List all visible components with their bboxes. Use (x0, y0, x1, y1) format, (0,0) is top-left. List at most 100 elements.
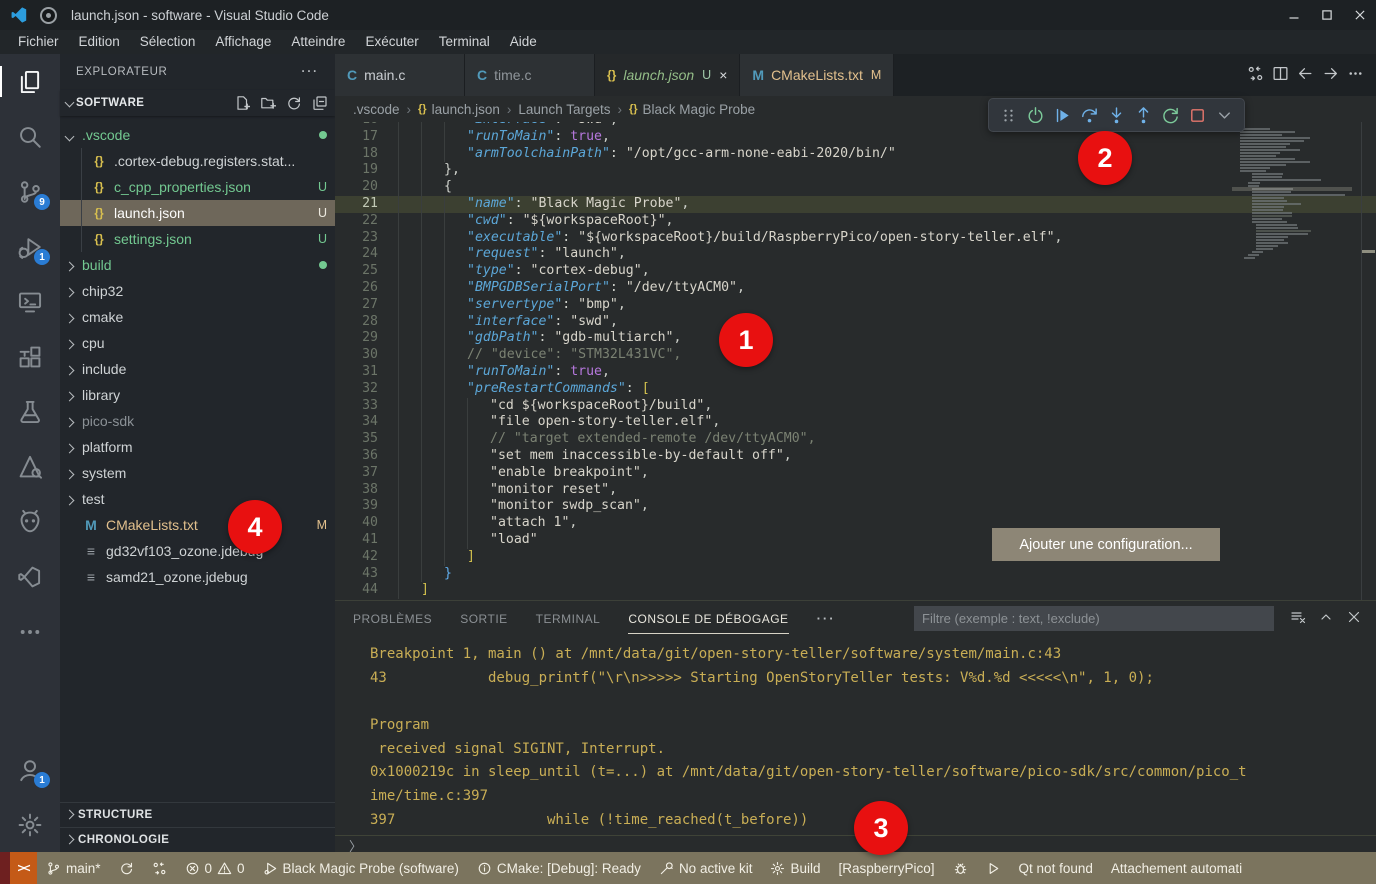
panel-tab-terminal[interactable]: TERMINAL (536, 603, 601, 634)
gripper-icon[interactable] (995, 100, 1022, 130)
new-folder-icon[interactable] (257, 92, 279, 114)
menu-aide[interactable]: Aide (500, 30, 547, 54)
close-tab-icon[interactable]: × (719, 67, 727, 83)
debug-console-filter-input[interactable] (914, 606, 1274, 631)
power-icon[interactable] (1022, 100, 1049, 130)
clear-console-icon[interactable] (1290, 609, 1306, 628)
status-play-icon[interactable] (977, 852, 1010, 884)
tab-launch-json[interactable]: {}launch.jsonU× (595, 54, 740, 96)
status-attachement-automati[interactable]: Attachement automati (1102, 852, 1251, 884)
arrow-left-icon[interactable] (1297, 65, 1314, 85)
tree-item-pico-sdk[interactable]: pico-sdk (60, 408, 335, 434)
status--raspberrypico-[interactable]: [RaspberryPico] (830, 852, 944, 884)
step-into-icon[interactable] (1103, 100, 1130, 130)
close-button[interactable] (1343, 0, 1376, 30)
tree-item--vscode[interactable]: .vscode (60, 122, 335, 148)
continue-icon[interactable] (1049, 100, 1076, 130)
status-sync-icon[interactable] (110, 852, 143, 884)
activity-test-beaker-icon[interactable] (0, 384, 60, 439)
activity-source-control-icon[interactable]: 9 (0, 164, 60, 219)
close-icon[interactable] (1346, 609, 1362, 628)
activity-search-icon[interactable] (0, 109, 60, 164)
json-file-icon: {} (418, 103, 427, 115)
breadcrumb-item[interactable]: {}launch.json (418, 102, 500, 117)
problems-indicator[interactable]: 00 (176, 852, 254, 884)
tab-main-c[interactable]: Cmain.c (335, 54, 465, 96)
sidebar-more-icon[interactable]: ··· (302, 66, 320, 78)
tree-item-samd21-ozone-jdebug[interactable]: ≡samd21_ozone.jdebug (60, 564, 335, 590)
compare-changes-icon[interactable] (1247, 65, 1264, 85)
tree-item--cortex-debug-registers-stat-[interactable]: {}.cortex-debug.registers.stat... (60, 148, 335, 174)
tab-cmakelists-txt[interactable]: MCMakeLists.txtM (740, 54, 894, 96)
tree-item-system[interactable]: system (60, 460, 335, 486)
workspace-section-header[interactable]: SOFTWARE (60, 90, 335, 116)
activity-vs-logo-icon[interactable] (0, 549, 60, 604)
split-editor-icon[interactable] (1272, 65, 1289, 85)
menu-fichier[interactable]: Fichier (8, 30, 69, 54)
tree-item-test[interactable]: test (60, 486, 335, 512)
status-cmake-debug-ready[interactable]: CMake: [Debug]: Ready (468, 852, 650, 884)
collapse-all-icon[interactable] (309, 92, 331, 114)
status-bug-icon[interactable] (944, 852, 977, 884)
status-build[interactable]: Build (761, 852, 829, 884)
tab-time-c[interactable]: Ctime.c (465, 54, 595, 96)
minimize-button[interactable] (1277, 0, 1310, 30)
status-compare-icon[interactable] (143, 852, 176, 884)
activity-cmake-tool-icon[interactable] (0, 439, 60, 494)
activity-settings-gear-icon[interactable] (0, 797, 60, 852)
menu-exécuter[interactable]: Exécuter (355, 30, 428, 54)
refresh-icon[interactable] (283, 92, 305, 114)
activity-run-debug-icon[interactable]: 1 (0, 219, 60, 274)
activity-remote-explorer-icon[interactable] (0, 274, 60, 329)
tree-item-settings-json[interactable]: {}settings.jsonU (60, 226, 335, 252)
section-structure[interactable]: STRUCTURE (60, 802, 335, 827)
menu-edition[interactable]: Edition (69, 30, 130, 54)
minimap[interactable] (1232, 126, 1352, 341)
chevron-up-icon[interactable] (1318, 609, 1334, 628)
tree-item-cpu[interactable]: cpu (60, 330, 335, 356)
tree-item-gd32vf103-ozone-jdebug[interactable]: ≡gd32vf103_ozone.jdebug (60, 538, 335, 564)
tree-item-library[interactable]: library (60, 382, 335, 408)
status-main-[interactable]: main* (37, 852, 110, 884)
menu-affichage[interactable]: Affichage (205, 30, 281, 54)
step-out-icon[interactable] (1130, 100, 1157, 130)
menu-atteindre[interactable]: Atteindre (281, 30, 355, 54)
breadcrumb-item[interactable]: {}Black Magic Probe (629, 102, 755, 117)
activity-extensions-icon[interactable] (0, 329, 60, 384)
status-black-magic-probe-software-[interactable]: Black Magic Probe (software) (254, 852, 468, 884)
menu-terminal[interactable]: Terminal (429, 30, 500, 54)
add-configuration-button[interactable]: Ajouter une configuration... (992, 528, 1220, 561)
arrow-right-icon[interactable] (1322, 65, 1339, 85)
activity-more-icon[interactable] (0, 604, 60, 659)
tree-item-platform[interactable]: platform (60, 434, 335, 460)
chevron-down-icon[interactable] (1211, 100, 1238, 130)
restart-icon[interactable] (1157, 100, 1184, 130)
remote-indicator[interactable]: >< (10, 852, 37, 884)
more-icon[interactable] (1347, 65, 1364, 85)
menu-sélection[interactable]: Sélection (130, 30, 206, 54)
panel-more-icon[interactable]: ··· (817, 611, 836, 626)
stop-icon[interactable] (1184, 100, 1211, 130)
panel-tab-probl-mes[interactable]: PROBLÈMES (353, 603, 432, 634)
status-no-active-kit[interactable]: No active kit (650, 852, 762, 884)
tree-item-launch-json[interactable]: {}launch.jsonU (60, 200, 335, 226)
step-over-icon[interactable] (1076, 100, 1103, 130)
new-file-icon[interactable] (231, 92, 253, 114)
tree-item-cmakelists-txt[interactable]: MCMakeLists.txtM (60, 512, 335, 538)
editor-scrollbar[interactable] (1361, 122, 1376, 600)
tree-item-build[interactable]: build (60, 252, 335, 278)
maximize-button[interactable] (1310, 0, 1343, 30)
activity-explorer-icon[interactable] (0, 54, 60, 109)
panel-tab-console-de-d-bogage[interactable]: CONSOLE DE DÉBOGAGE (628, 603, 788, 634)
breadcrumb-item[interactable]: .vscode (353, 102, 400, 117)
activity-alien-icon[interactable] (0, 494, 60, 549)
tree-item-cmake[interactable]: cmake (60, 304, 335, 330)
panel-tab-sortie[interactable]: SORTIE (460, 603, 507, 634)
tree-item-c-cpp-properties-json[interactable]: {}c_cpp_properties.jsonU (60, 174, 335, 200)
status-qt-not-found[interactable]: Qt not found (1010, 852, 1102, 884)
tree-item-chip32[interactable]: chip32 (60, 278, 335, 304)
activity-account-icon[interactable]: 1 (0, 742, 60, 797)
tree-item-include[interactable]: include (60, 356, 335, 382)
breadcrumb-item[interactable]: Launch Targets (518, 102, 610, 117)
section-chronologie[interactable]: CHRONOLOGIE (60, 827, 335, 852)
